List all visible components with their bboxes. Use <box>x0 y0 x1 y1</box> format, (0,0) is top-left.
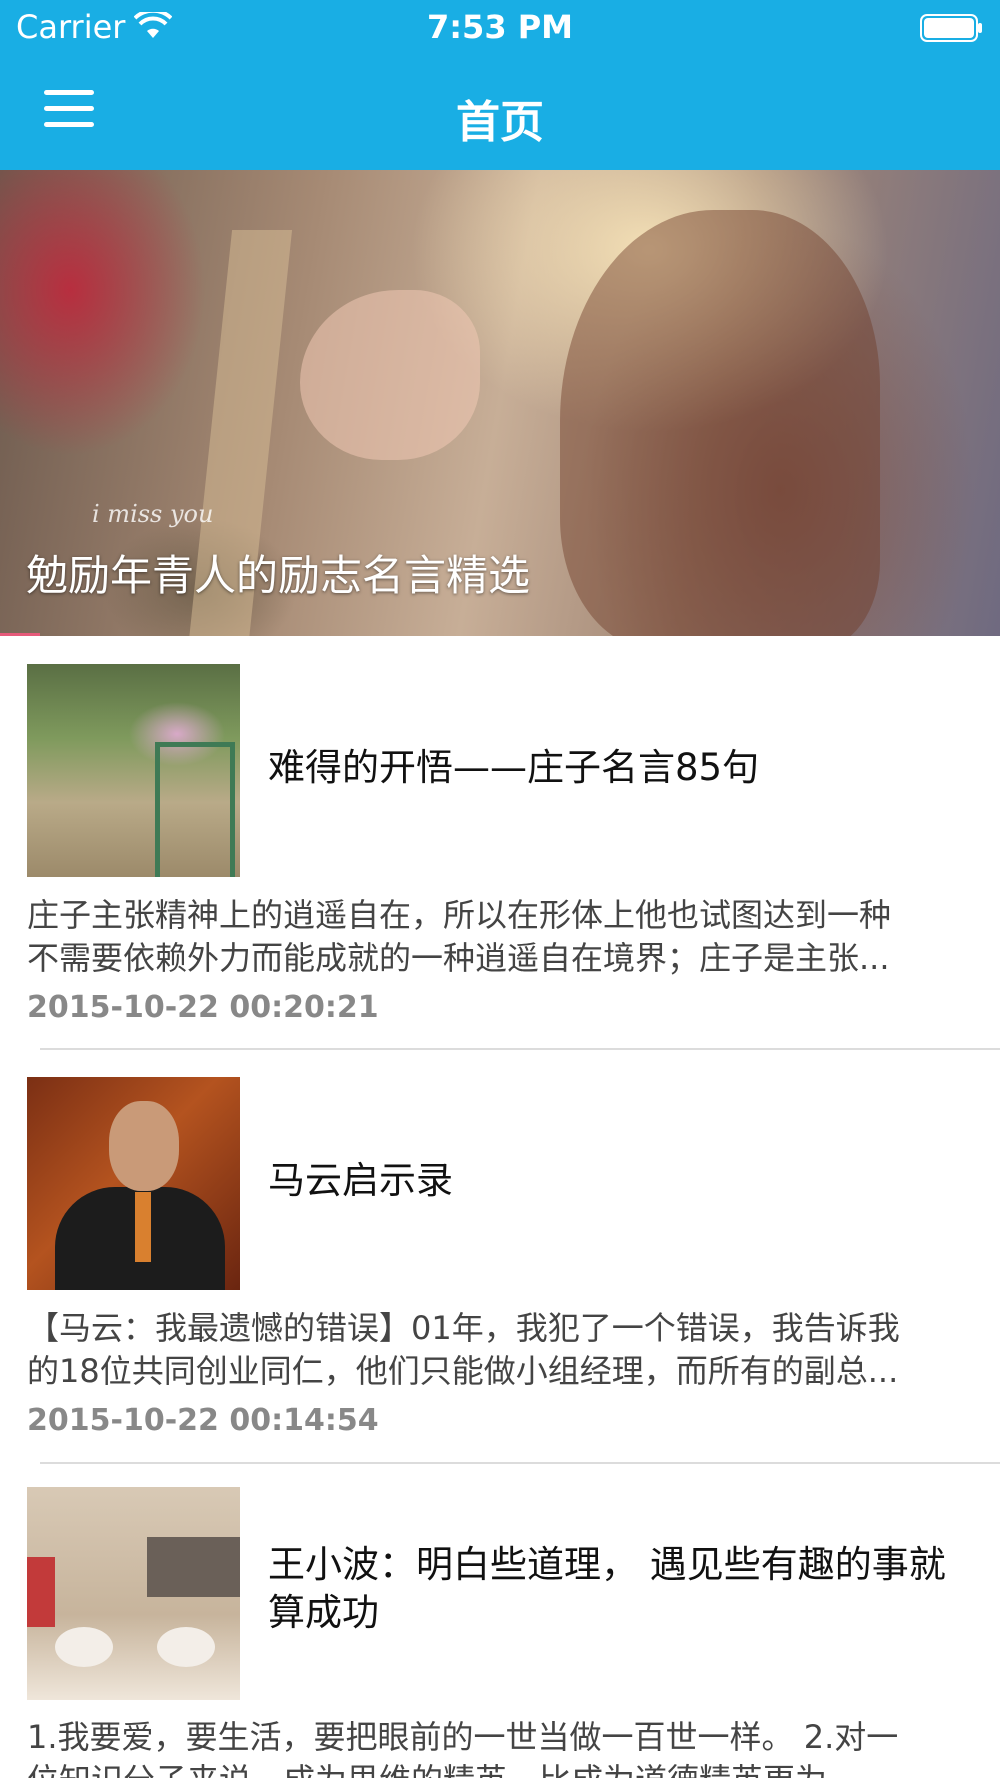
article-summary-line: 1.我要爱，要生活，要把眼前的一世当做一百世一样。 2.对一 <box>27 1718 899 1756</box>
article-summary: 1.我要爱，要生活，要把眼前的一世当做一百世一样。 2.对一 位知识分子来说，成… <box>27 1716 977 1778</box>
hero-banner[interactable]: i miss you 勉励年青人的励志名言精选 <box>0 170 1000 636</box>
article-thumbnail <box>27 1077 240 1290</box>
article-summary-line: 的18位共同创业同仁，他们只能做小组经理，而所有的副总... <box>27 1352 899 1390</box>
article-summary-line: 不需要依赖外力而能成就的一种逍遥自在境界；庄子是主张... <box>27 939 890 977</box>
article-title: 难得的开悟——庄子名言85句 <box>268 746 760 789</box>
article-thumbnail <box>27 664 240 877</box>
article-date: 2015-10-22 00:20:21 <box>27 990 379 1025</box>
status-bar: Carrier 7:53 PM <box>0 0 1000 56</box>
article-title-line: 王小波：明白些道理， 遇见些有趣的事就 <box>268 1543 946 1586</box>
article-summary-line: 庄子主张精神上的逍遥自在，所以在形体上他也试图达到一种 <box>27 896 892 934</box>
divider <box>40 1048 1000 1050</box>
article-item[interactable]: 难得的开悟——庄子名言85句 庄子主张精神上的逍遥自在，所以在形体上他也试图达到… <box>0 664 1000 1044</box>
hero-image-hand <box>300 290 480 460</box>
hero-image-figure <box>560 210 880 636</box>
article-thumbnail <box>27 1487 240 1700</box>
article-item[interactable]: 王小波：明白些道理， 遇见些有趣的事就 算成功 1.我要爱，要生活，要把眼前的一… <box>0 1487 1000 1778</box>
article-title: 马云启示录 <box>268 1159 453 1202</box>
navigation-bar: 首页 <box>0 56 1000 170</box>
hero-page-indicator <box>0 633 40 636</box>
article-summary: 庄子主张精神上的逍遥自在，所以在形体上他也试图达到一种 不需要依赖外力而能成就的… <box>27 894 977 980</box>
page-title: 首页 <box>456 97 544 148</box>
article-summary-line: 【马云：我最遗憾的错误】01年，我犯了一个错误，我告诉我 <box>27 1309 900 1347</box>
divider <box>40 1462 1000 1464</box>
article-date: 2015-10-22 00:14:54 <box>27 1403 379 1438</box>
battery-icon <box>920 14 982 42</box>
article-item[interactable]: 马云启示录 【马云：我最遗憾的错误】01年，我犯了一个错误，我告诉我 的18位共… <box>0 1077 1000 1457</box>
article-summary-line: 位知识分子来说，成为思维的精英，比成为道德精英更为 <box>27 1759 977 1778</box>
hero-image-text: i miss you <box>92 500 214 528</box>
article-summary: 【马云：我最遗憾的错误】01年，我犯了一个错误，我告诉我 的18位共同创业同仁，… <box>27 1307 977 1393</box>
top-bar: Carrier 7:53 PM 首页 <box>0 0 1000 170</box>
status-time: 7:53 PM <box>426 8 574 46</box>
article-title: 王小波：明白些道理， 遇见些有趣的事就 算成功 <box>268 1541 998 1637</box>
article-title-line: 算成功 <box>268 1591 379 1634</box>
hero-caption: 勉励年青人的励志名言精选 <box>26 551 531 600</box>
